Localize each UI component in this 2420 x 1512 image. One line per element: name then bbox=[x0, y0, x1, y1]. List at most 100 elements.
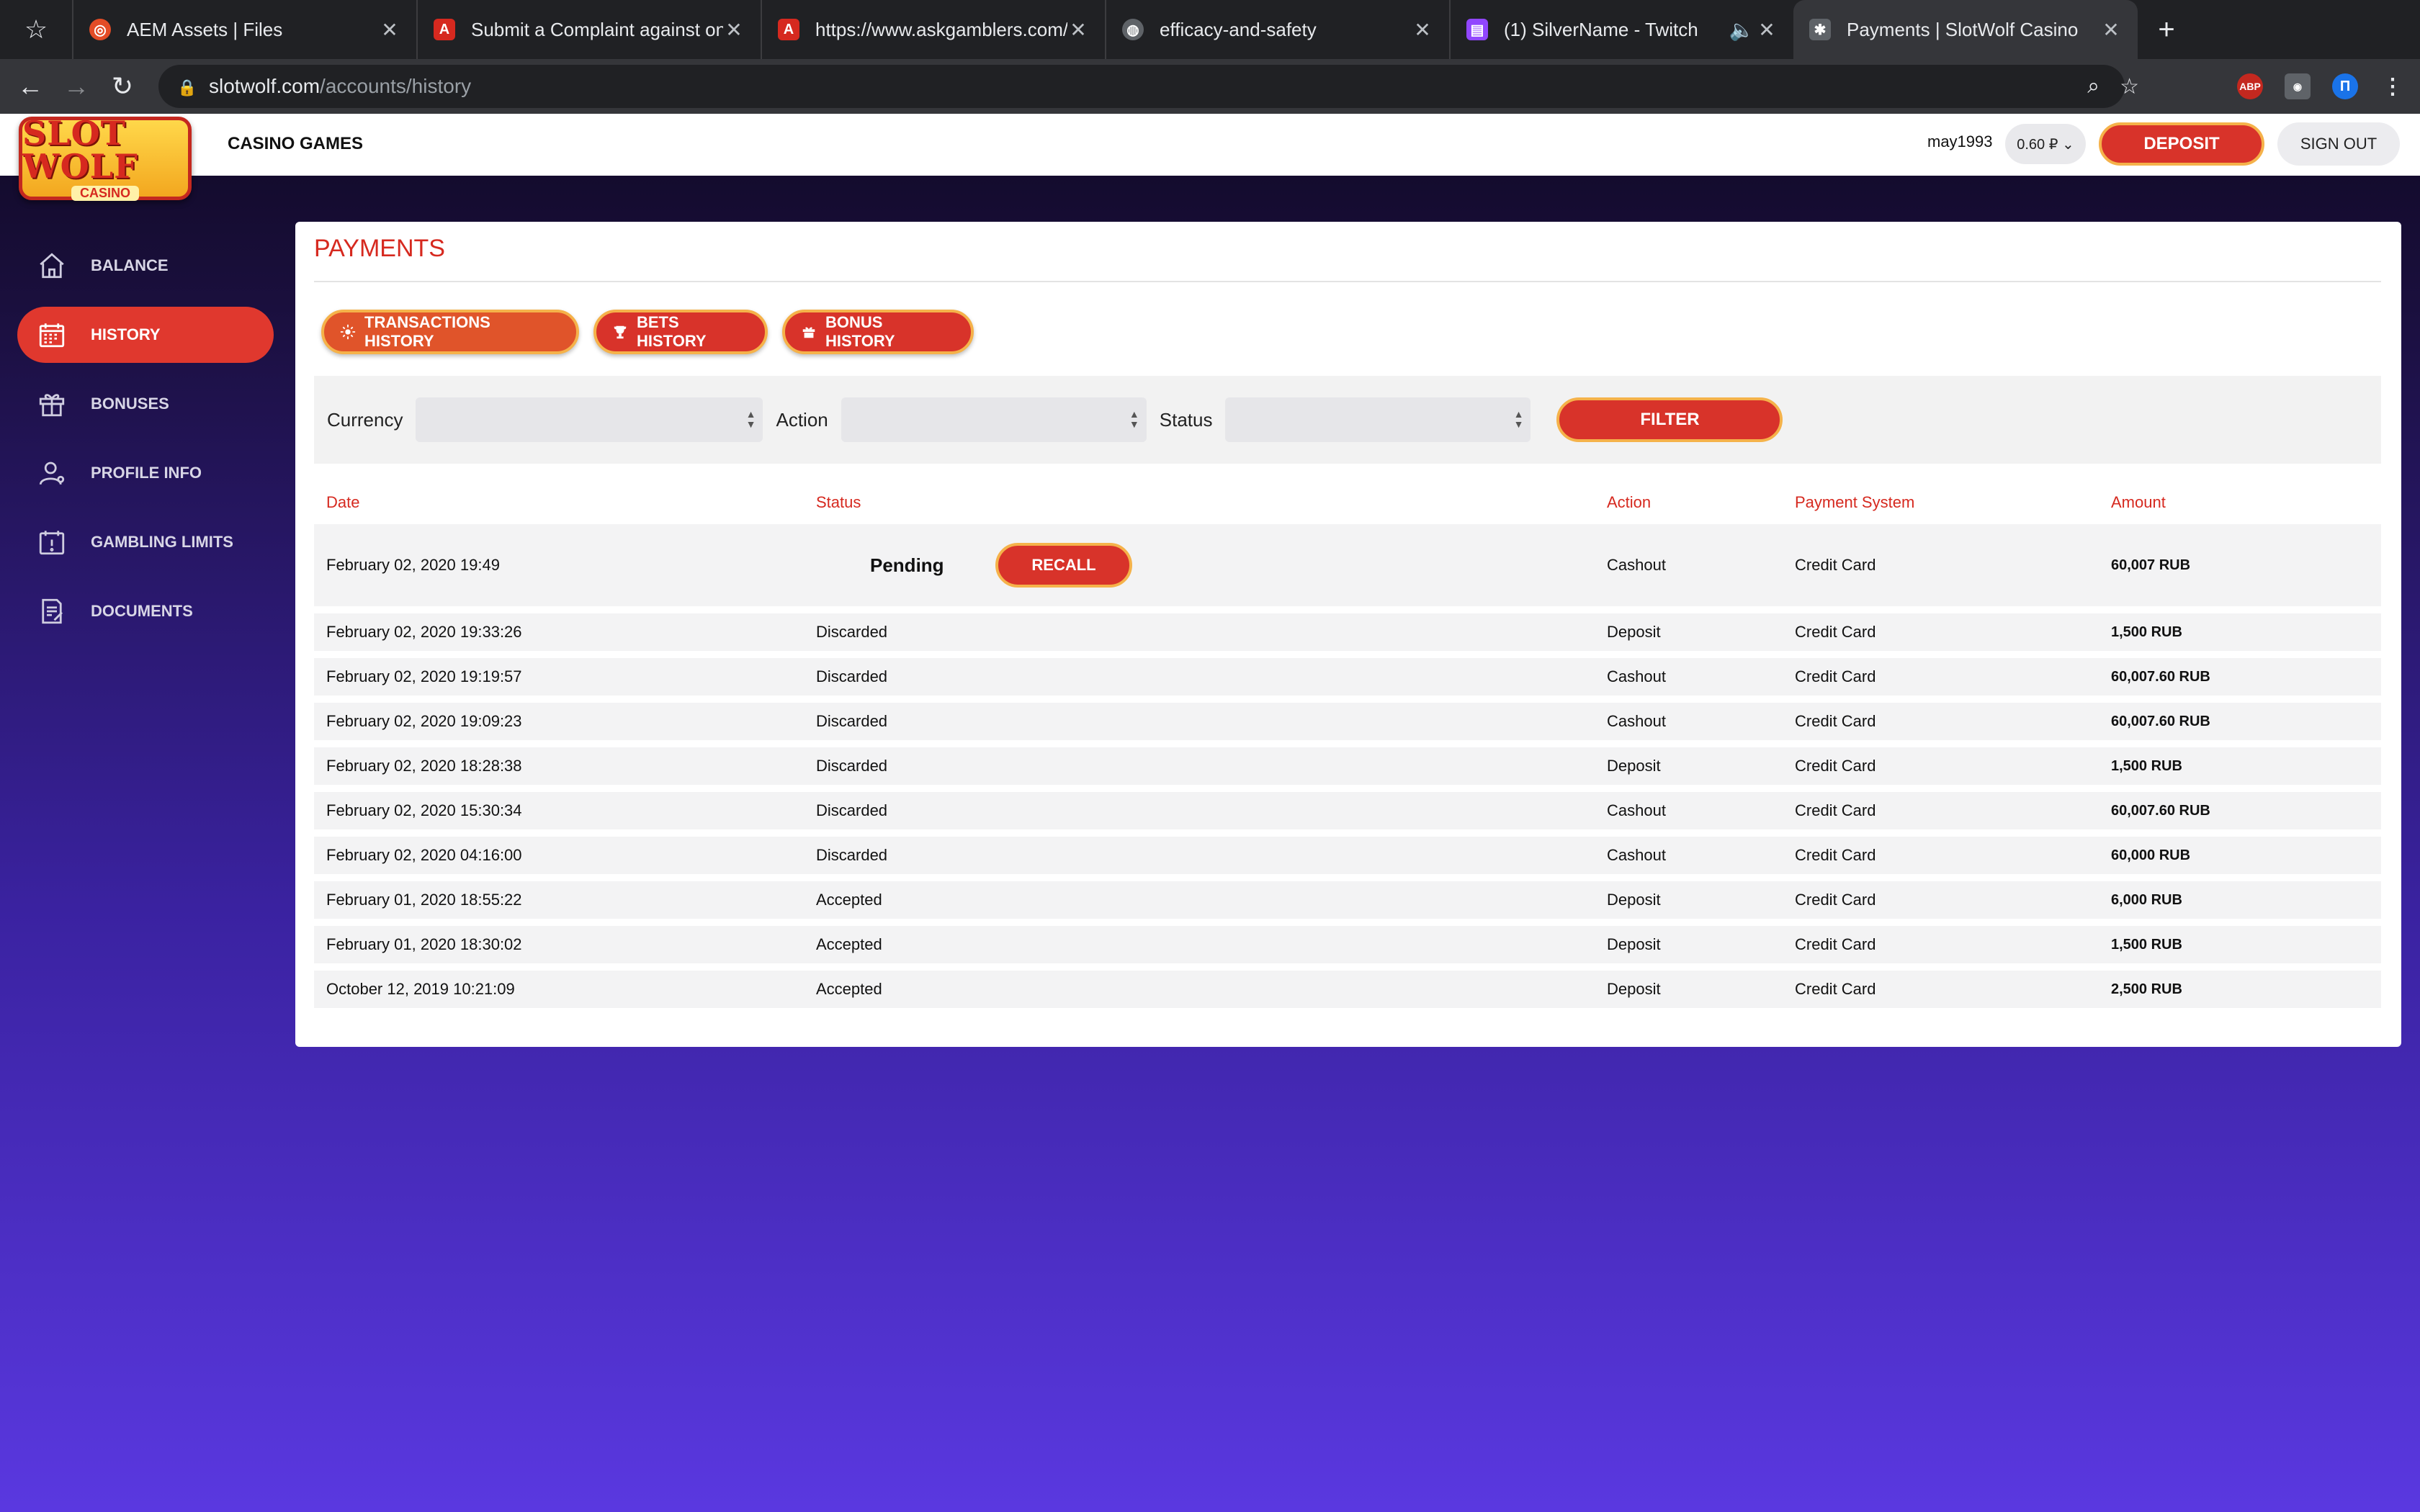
browser-tab[interactable]: ▤ (1) SilverName - Twitch 🔈 ✕ bbox=[1449, 0, 1793, 59]
nav-casino-games[interactable]: CASINO GAMES bbox=[228, 134, 363, 154]
cell-date: February 01, 2020 18:55:22 bbox=[326, 891, 522, 909]
sidebar-item-bonuses[interactable]: BONUSES bbox=[17, 376, 274, 432]
tab-title: Submit a Complaint against onlin bbox=[471, 18, 723, 40]
column-header-date[interactable]: Date bbox=[326, 493, 359, 512]
camera-icon[interactable]: ◉ bbox=[2285, 73, 2311, 99]
cell-status: Accepted bbox=[816, 935, 882, 953]
bookmark-star-icon[interactable]: ☆ bbox=[2120, 74, 2139, 99]
new-tab-icon[interactable]: + bbox=[2138, 0, 2195, 59]
cell-action: Cashout bbox=[1607, 556, 1666, 574]
cell-action: Deposit bbox=[1607, 935, 1661, 953]
tab-bets-history[interactable]: BETS HISTORY bbox=[593, 310, 768, 354]
cell-status: Accepted bbox=[816, 891, 882, 909]
bookmark-star-icon[interactable]: ☆ bbox=[0, 0, 72, 59]
browser-tab[interactable]: ◍ efficacy-and-safety ✕ bbox=[1105, 0, 1449, 59]
cell-action: Cashout bbox=[1607, 801, 1666, 819]
sidebar-item-label: PROFILE INFO bbox=[91, 464, 202, 482]
browser-tab-bar: ☆ ◎ AEM Assets | Files ✕ A Submit a Comp… bbox=[0, 0, 2420, 59]
tab-bonus-history[interactable]: BONUS HISTORY bbox=[782, 310, 974, 354]
deposit-button[interactable]: DEPOSIT bbox=[2099, 122, 2264, 166]
cell-payment-system: Credit Card bbox=[1795, 712, 1876, 730]
logo-subtext: CASINO bbox=[71, 185, 139, 201]
action-select[interactable]: ▲ ▼ bbox=[841, 397, 1147, 442]
cell-payment-system: Credit Card bbox=[1795, 935, 1876, 953]
close-icon[interactable]: ✕ bbox=[379, 18, 400, 42]
cell-action: Deposit bbox=[1607, 891, 1661, 909]
status-label: Status bbox=[1159, 408, 1213, 431]
cell-date: February 02, 2020 19:09:23 bbox=[326, 712, 522, 730]
askgamblers-icon: A bbox=[778, 19, 799, 40]
speaker-icon[interactable]: 🔈 bbox=[1727, 18, 1756, 42]
close-icon[interactable]: ✕ bbox=[1756, 18, 1778, 42]
browser-tab[interactable]: A https://www.askgamblers.com/c ✕ bbox=[761, 0, 1105, 59]
sidebar-item-label: GAMBLING LIMITS bbox=[91, 533, 233, 551]
slotwolf-logo[interactable]: SLOT WOLF CASINO bbox=[19, 117, 192, 201]
cell-amount: 1,500 RUB bbox=[2111, 757, 2182, 774]
forward-icon[interactable]: → bbox=[53, 71, 99, 102]
sidebar-item-gambling-limits[interactable]: GAMBLING LIMITS bbox=[17, 514, 274, 570]
cell-amount: 60,007.60 RUB bbox=[2111, 713, 2210, 729]
sidebar-item-documents[interactable]: DOCUMENTS bbox=[17, 583, 274, 639]
browser-tab[interactable]: A Submit a Complaint against onlin ✕ bbox=[416, 0, 761, 59]
browser-tab-active[interactable]: ✱ Payments | SlotWolf Casino ✕ bbox=[1793, 0, 2138, 59]
column-header-payment-system[interactable]: Payment System bbox=[1795, 493, 1914, 512]
cell-status: Discarded bbox=[816, 757, 888, 775]
tab-transactions-history[interactable]: TRANSACTIONS HISTORY bbox=[321, 310, 579, 354]
cell-amount: 60,007.60 RUB bbox=[2111, 668, 2210, 685]
gift-icon bbox=[35, 387, 69, 421]
username: may1993 bbox=[1927, 132, 1993, 150]
cell-status: Discarded bbox=[816, 801, 888, 819]
trophy-icon bbox=[612, 324, 628, 340]
sidebar-item-label: BALANCE bbox=[91, 256, 169, 274]
table-row: February 02, 2020 15:30:34 Discarded Cas… bbox=[314, 792, 2381, 829]
cell-payment-system: Credit Card bbox=[1795, 801, 1876, 819]
limits-icon bbox=[35, 525, 69, 559]
globe-icon: ◍ bbox=[1122, 19, 1144, 40]
url-host: slotwolf.com bbox=[209, 75, 321, 97]
browser-tab[interactable]: ◎ AEM Assets | Files ✕ bbox=[72, 0, 416, 59]
sidebar-item-balance[interactable]: BALANCE bbox=[17, 238, 274, 294]
filter-button[interactable]: FILTER bbox=[1556, 397, 1783, 442]
askgamblers-icon: A bbox=[434, 19, 455, 40]
tab-label: BONUS HISTORY bbox=[825, 313, 895, 350]
adblock-icon[interactable]: ABP bbox=[2237, 73, 2263, 99]
cell-action: Deposit bbox=[1607, 980, 1661, 998]
profile-avatar[interactable]: П bbox=[2332, 73, 2358, 99]
currency-select[interactable]: ▲ ▼ bbox=[416, 397, 763, 442]
close-icon[interactable]: ✕ bbox=[1067, 18, 1089, 42]
divider bbox=[314, 281, 2381, 282]
balance-dropdown[interactable]: 0.60 ₽ ⌄ bbox=[2005, 124, 2086, 164]
select-arrows-icon: ▲ ▼ bbox=[1513, 408, 1524, 430]
slotwolf-icon: ✱ bbox=[1809, 19, 1831, 40]
sidebar-item-history[interactable]: HISTORY bbox=[17, 307, 274, 363]
cell-amount: 2,500 RUB bbox=[2111, 981, 2182, 997]
cell-date: February 02, 2020 04:16:00 bbox=[326, 846, 522, 864]
account-sidebar: BALANCE HISTORY BONUSES PROFILE INFO GAM… bbox=[17, 238, 274, 652]
browser-toolbar: ← → ↻ 🔒 slotwolf.com /accounts/history ⌕… bbox=[0, 59, 2420, 114]
reload-icon[interactable]: ↻ bbox=[99, 71, 145, 102]
history-tabs: TRANSACTIONS HISTORY BETS HISTORY BONUS … bbox=[321, 310, 974, 354]
close-icon[interactable]: ✕ bbox=[2100, 18, 2122, 42]
column-header-action[interactable]: Action bbox=[1607, 493, 1651, 512]
sign-out-button[interactable]: SIGN OUT bbox=[2277, 122, 2400, 166]
menu-dots-icon[interactable]: ⋮ bbox=[2380, 73, 2406, 99]
back-icon[interactable]: ← bbox=[7, 71, 53, 102]
tab-label: BETS HISTORY bbox=[637, 313, 707, 350]
status-select[interactable]: ▲ ▼ bbox=[1225, 397, 1531, 442]
close-icon[interactable]: ✕ bbox=[723, 18, 745, 42]
zoom-icon[interactable]: ⌕ bbox=[2087, 74, 2099, 99]
lock-icon: 🔒 bbox=[177, 78, 197, 96]
document-icon bbox=[35, 594, 69, 629]
table-row: February 01, 2020 18:30:02 Accepted Depo… bbox=[314, 926, 2381, 963]
cell-status: Discarded bbox=[816, 623, 888, 641]
address-bar[interactable]: 🔒 slotwolf.com /accounts/history bbox=[158, 65, 2125, 108]
cell-amount: 60,007.60 RUB bbox=[2111, 802, 2210, 819]
table-row: February 02, 2020 19:19:57 Discarded Cas… bbox=[314, 658, 2381, 696]
close-icon[interactable]: ✕ bbox=[1412, 18, 1433, 42]
recall-button[interactable]: RECALL bbox=[995, 543, 1132, 588]
sidebar-item-profile-info[interactable]: PROFILE INFO bbox=[17, 445, 274, 501]
cell-status: Accepted bbox=[816, 980, 882, 998]
column-header-amount[interactable]: Amount bbox=[2111, 493, 2166, 512]
column-header-status[interactable]: Status bbox=[816, 493, 861, 512]
cell-status: Pending bbox=[870, 554, 944, 576]
